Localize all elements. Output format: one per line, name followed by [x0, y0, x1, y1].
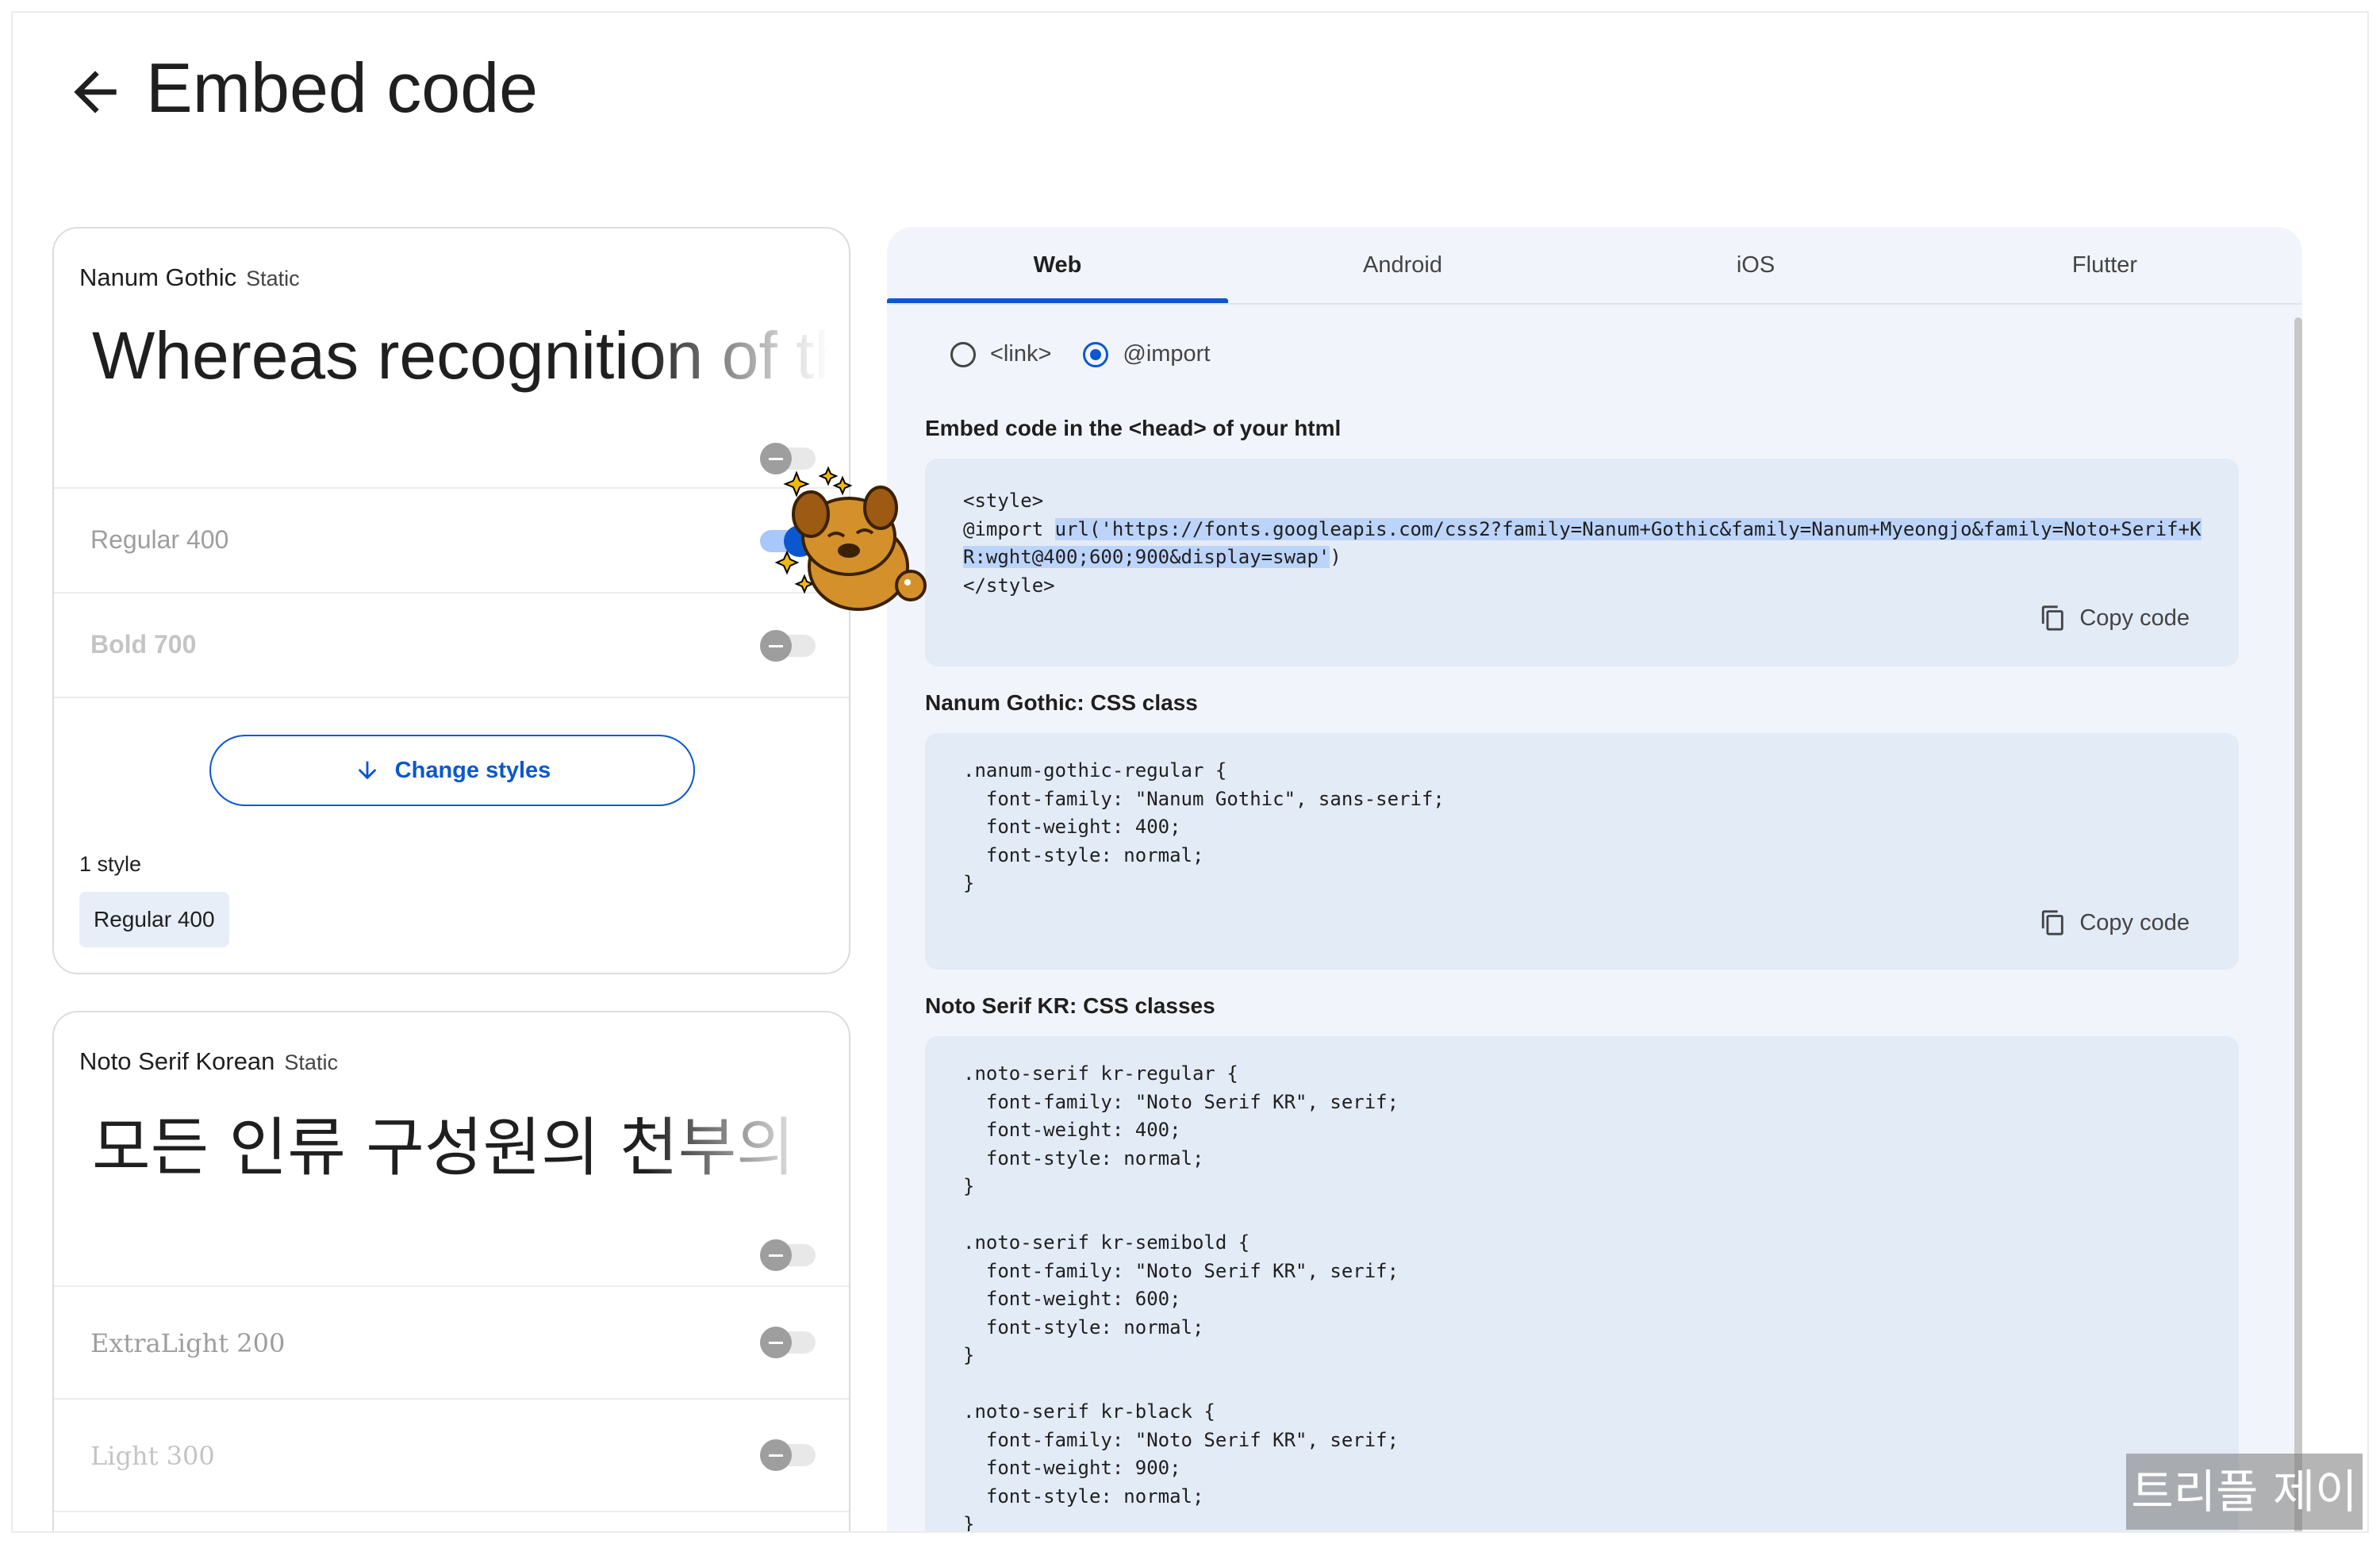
font-kind-label: Static: [284, 1050, 338, 1074]
copy-code-button[interactable]: Copy code: [2040, 605, 2190, 632]
embed-type-radio-group: <link> @import: [950, 341, 1242, 367]
embed-code-panel: Web Android iOS Flutter <link> @import E…: [887, 227, 2302, 1531]
section-title-head: Embed code in the <head> of your html: [925, 416, 1342, 440]
radio-link[interactable]: [950, 341, 976, 367]
embed-code-text[interactable]: <style> @import url('https://fonts.googl…: [963, 487, 2202, 600]
selected-style-chip: Regular 400: [79, 892, 229, 947]
copy-code-label: Copy code: [2079, 605, 2190, 631]
watermark: 트리플 제이: [2126, 1454, 2363, 1530]
code-block-nanum-gothic[interactable]: .nanum-gothic-regular { font-family: "Na…: [925, 733, 2239, 970]
font-card-nanum-gothic: Nanum Gothic Static Whereas recognition o…: [52, 227, 850, 974]
font-card-header: Nanum Gothic Static: [79, 263, 300, 292]
dog-sticker-icon: [774, 466, 927, 611]
radio-import-label[interactable]: @import: [1123, 341, 1210, 367]
code-block-noto-serif[interactable]: .noto-serif kr-regular { font-family: "N…: [925, 1036, 2239, 1531]
arrow-back-icon[interactable]: [63, 60, 127, 124]
scrollbar[interactable]: [2294, 317, 2302, 1531]
font-family-name: Nanum Gothic: [79, 263, 237, 291]
tab-android[interactable]: Android: [1228, 227, 1577, 303]
toggle-knob: [760, 1327, 792, 1358]
style-label: Bold 700: [90, 630, 197, 659]
divider: [54, 697, 849, 700]
toggle-knob: [760, 630, 792, 662]
section-title-nanum-gothic: Nanum Gothic: CSS class: [925, 690, 1198, 715]
code-selection: url('https://fonts.googleapis.com/css2?f…: [963, 517, 2202, 568]
tab-flutter[interactable]: Flutter: [1934, 227, 2275, 303]
radio-import[interactable]: [1083, 341, 1109, 367]
copy-icon: [2042, 605, 2064, 631]
style-row-light-300[interactable]: Light 300: [54, 1398, 849, 1511]
tab-ios[interactable]: iOS: [1577, 227, 1934, 303]
toggle-knob: [760, 1239, 792, 1271]
noto-serif-css-text[interactable]: .noto-serif kr-regular { font-family: "N…: [963, 1060, 1399, 1531]
change-styles-label: Change styles: [394, 757, 551, 783]
style-toggle-light-300[interactable]: [760, 1439, 816, 1471]
copy-icon: [2042, 910, 2064, 935]
font-card-noto-serif-korean: Noto Serif Korean Static 모든 인류 구성원의 천부의 E…: [52, 1011, 850, 1531]
style-count: 1 style: [79, 852, 142, 876]
style-toggle-extralight-200[interactable]: [760, 1327, 816, 1358]
code-block-embed[interactable]: <style> @import url('https://fonts.googl…: [925, 459, 2239, 666]
tab-web[interactable]: Web: [887, 227, 1228, 303]
style-row-regular-400[interactable]: Regular 400: [54, 487, 849, 592]
style-label: Light 300: [90, 1441, 215, 1471]
platform-tabs: Web Android iOS Flutter: [887, 227, 2302, 305]
change-styles-button[interactable]: Change styles: [209, 735, 695, 806]
copy-code-button[interactable]: Copy code: [2040, 909, 2190, 936]
font-card-header: Noto Serif Korean Static: [79, 1047, 338, 1076]
style-label: Regular 400: [90, 525, 229, 554]
section-title-noto-serif: Noto Serif KR: CSS classes: [925, 993, 1215, 1018]
style-row-extralight-200[interactable]: ExtraLight 200: [54, 1285, 849, 1398]
style-row-bold-700[interactable]: Bold 700: [54, 592, 849, 697]
arrow-down-icon: [358, 761, 377, 780]
font-preview-text: 모든 인류 구성원의 천부의: [92, 1111, 795, 1185]
family-toggle[interactable]: [760, 1239, 816, 1271]
app-window: Embed code Nanum Gothic Static Whereas re…: [11, 11, 2369, 1533]
toggle-knob: [760, 1439, 792, 1471]
radio-link-label[interactable]: <link>: [990, 341, 1051, 367]
nanum-gothic-css-text[interactable]: .nanum-gothic-regular { font-family: "Na…: [963, 757, 1445, 898]
code-text: <style> @import: [963, 490, 1044, 540]
copy-code-label: Copy code: [2079, 909, 2190, 935]
divider: [54, 1511, 849, 1531]
style-toggle-bold-700[interactable]: [760, 630, 816, 662]
font-preview-text: Whereas recognition of the inherent dign…: [92, 318, 830, 393]
page-title: Embed code: [146, 48, 539, 127]
font-family-name: Noto Serif Korean: [79, 1047, 275, 1075]
font-kind-label: Static: [246, 267, 300, 290]
style-label: ExtraLight 200: [90, 1328, 286, 1358]
active-tab-indicator: [887, 298, 1228, 303]
